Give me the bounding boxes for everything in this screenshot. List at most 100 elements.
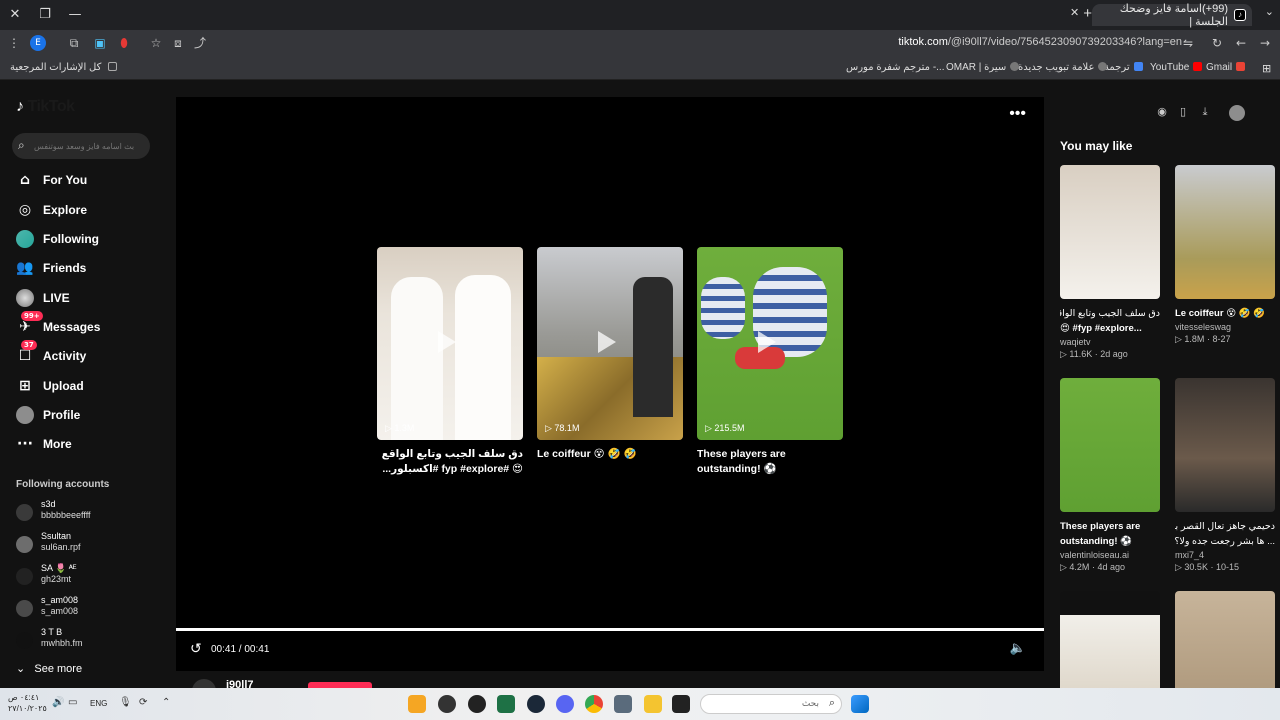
file-explorer-icon[interactable] [644,695,662,713]
nav-activity[interactable]: ☐ 37 Activity [16,340,86,368]
nav-upload[interactable]: ⊞ Upload [16,374,84,398]
play-icon [438,331,456,353]
view-count: ▷ 215.5M [705,423,745,433]
bookmark-omar[interactable]: OMAR | سيرة [946,62,1020,73]
bookmark-star-icon[interactable]: ☆ [148,35,164,51]
chrome-app-icon[interactable] [585,695,603,713]
minimize-window-icon[interactable]: — [60,0,90,28]
video-player[interactable]: ••• ▷ 1.3M دق سلف الجيب وتابع الواقع 😍 #… [176,97,1044,671]
recommended-video[interactable]: These players are outstanding! ⚽ valenti… [1060,378,1160,573]
nav-for-you[interactable]: ⌂ For You [16,168,87,192]
chevron-up-icon[interactable]: ⌃ [162,697,170,708]
taskbar-search[interactable]: بحث ⌕ [700,694,842,714]
user-avatar[interactable] [1229,105,1245,121]
video-caption: دق سلف الجيب وتابع الواقع [1060,308,1160,319]
playback-time: 00:41 / 00:41 [211,644,270,655]
bookmark-label: OMAR | سيرة [946,62,1007,73]
volume-icon[interactable]: 🔈 [1010,641,1026,656]
coin-icon[interactable]: ◉ [1155,105,1169,119]
site-settings-icon[interactable]: ⇋ [1180,35,1196,51]
progress-bar[interactable] [176,628,1044,631]
download-icon[interactable]: ⤓ [1198,105,1212,119]
close-window-icon[interactable]: ✕ [0,0,30,28]
menu-dots-icon[interactable]: ⋮ [6,35,22,51]
new-tab-icon[interactable]: + [1083,5,1092,22]
video-author: waqietv [1060,337,1091,347]
bookmarks-bar: كل الإشارات المرجعية Gmail YouTube ترجمة… [0,56,1280,80]
replay-icon[interactable]: ↺ [190,641,202,657]
extension-blue-icon[interactable]: ▣ [92,35,108,51]
profile-icon[interactable]: E [30,35,46,51]
network-icon[interactable]: ▭ [68,697,77,708]
nav-more[interactable]: ··· More [16,432,72,456]
terminal-app-icon[interactable] [672,695,690,713]
back-arrow-icon[interactable]: ← [1233,35,1249,51]
extension-red-icon[interactable]: ⬮ [116,35,132,51]
speaker-icon[interactable]: 🔊 [52,697,64,708]
author-name[interactable]: i90ll7 [226,679,254,688]
bookmark-translate[interactable]: ترجمة [1104,62,1143,73]
forward-arrow-icon[interactable]: → [1257,35,1273,51]
video-author: vitesseleswag [1175,322,1232,332]
translate-bookmark-icon [1133,62,1143,71]
recommended-video[interactable]: Le coiffeur 😵 🤣 🤣 vitesseleswag ▷ 1.8M ·… [1175,165,1275,345]
video-caption-line2: outstanding! ⚽ [1060,536,1132,547]
recommended-video[interactable]: دحيمي جاهز تعال القصر بس ... ها بشر رجعت… [1175,378,1275,573]
vlc-app-icon[interactable] [408,695,426,713]
end-card-video[interactable]: ▷ 215.5M These players are outstanding! … [697,247,843,477]
bookmark-youtube[interactable]: YouTube [1150,62,1203,73]
end-card-video[interactable]: ▷ 78.1M Le coiffeur 😵 🤣 🤣 [537,247,683,462]
unity-app-icon[interactable] [468,695,486,713]
browser-tab[interactable]: ✕ (99+)اسامة فايز وضحك الجلسة | ♪ [1070,3,1252,28]
address-bar[interactable]: tiktok.com/@i90ll7/video/756452309073920… [898,36,1182,48]
mobile-icon[interactable]: ▯ [1176,105,1190,119]
nav-live[interactable]: LIVE [16,286,70,310]
recommended-video[interactable] [1175,591,1275,688]
nav-messages[interactable]: ✈ 99+ Messages [16,311,100,339]
tab-close-icon[interactable]: ✕ [1070,6,1079,19]
excel-app-icon[interactable] [497,695,515,713]
microphone-icon[interactable]: 🎙 [119,697,132,708]
language-indicator[interactable]: ENG [90,699,107,708]
tab-list-chevron-icon[interactable]: ⌄ [1265,5,1274,18]
more-options-icon[interactable]: ••• [1009,105,1026,123]
reload-icon[interactable]: ↻ [1209,35,1225,51]
video-caption: These players are outstanding! ⚽ [697,448,786,475]
chevron-down-icon: ⌄ [16,663,26,675]
recommended-video[interactable]: دق سلف الجيب وتابع الواقع 😍 #fyp #explor… [1060,165,1160,360]
bookmark-newtab[interactable]: علامة تبويب جديدة [1018,62,1108,73]
apps-grid-icon[interactable]: ⊞ [1262,62,1271,75]
tiktok-page: ♪ TikTok ⌕ ⌂ For You ◎ Explore Following 👥… [0,81,1280,688]
video-meta: ▷ 4.2M · 4d ago [1060,562,1125,572]
nav-friends[interactable]: 👥 Friends [16,256,86,280]
nav-explore[interactable]: ◎ Explore [16,198,87,222]
end-card-video[interactable]: ▷ 1.3M دق سلف الجيب وتابع الواقع 😍 #fyp … [377,247,523,477]
bookmark-gmail[interactable]: Gmail [1206,62,1246,73]
thumbnail-figure [391,277,443,440]
sync-icon[interactable]: ⟳ [139,697,147,708]
steam-app-icon[interactable] [527,695,545,713]
app-icon[interactable] [614,695,632,713]
recommended-video[interactable] [1060,591,1160,688]
restore-window-icon[interactable]: ❐ [30,0,60,28]
bookmark-all[interactable]: كل الإشارات المرجعية [10,62,118,73]
share-icon[interactable]: ⤴ [192,35,208,51]
taskbar-search-label: بحث [801,698,819,708]
author-avatar[interactable] [192,679,216,688]
search-input[interactable] [34,136,146,156]
discord-app-icon[interactable] [556,695,574,713]
following-accounts-header: Following accounts [16,479,110,490]
see-more-button[interactable]: ⌄ See more [16,662,82,675]
bookmark-morse[interactable]: مترجم شفرة مورس -... [846,62,945,73]
extensions-icon[interactable]: ⧉ [66,35,82,51]
windows-start-icon[interactable] [851,695,869,713]
nav-following[interactable]: Following [16,227,99,251]
obs-app-icon[interactable] [438,695,456,713]
taskbar-clock[interactable]: ٠٤:٤١ ص ٢٧/١٠/٢٠٢٥ [8,692,47,714]
tiktok-logo[interactable]: ♪ TikTok [16,98,75,116]
folder-icon [108,62,118,71]
search-icon: ⌕ [828,697,835,709]
search-box[interactable]: ⌕ [12,133,150,159]
translate-icon[interactable]: ⧈ [170,35,186,51]
nav-profile[interactable]: Profile [16,403,80,427]
